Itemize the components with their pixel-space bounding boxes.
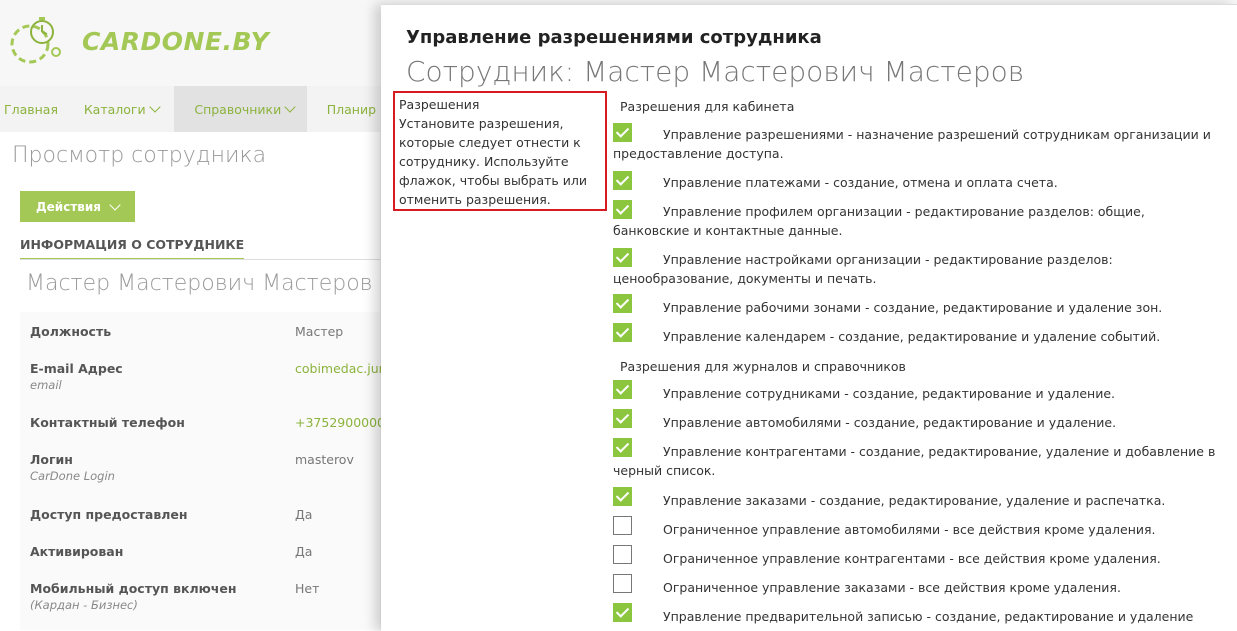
info-row-email: E-mail Адрес email bbox=[30, 361, 123, 392]
info-value: Мастер bbox=[295, 324, 344, 339]
checkbox[interactable] bbox=[613, 380, 632, 399]
nav-item-label: Планир bbox=[326, 101, 376, 117]
permission-item: Управление заказами - создание, редактир… bbox=[613, 487, 1223, 511]
checkbox[interactable] bbox=[613, 123, 632, 142]
info-row-phone: Контактный телефон bbox=[30, 415, 185, 430]
group-title-cabinet: Разрешения для кабинета bbox=[620, 99, 795, 114]
employee-name: Мастер Мастерович Мастеров bbox=[26, 271, 373, 296]
permission-label: Управление платежами - создание, отмена … bbox=[663, 175, 1058, 190]
checkbox[interactable] bbox=[613, 603, 632, 622]
info-label: Должность bbox=[30, 324, 112, 339]
info-label: Контактный телефон bbox=[30, 415, 185, 430]
checkbox[interactable] bbox=[613, 516, 632, 535]
permission-item: Ограниченное управление контрагентами - … bbox=[613, 545, 1223, 569]
chevron-down-icon bbox=[109, 198, 121, 211]
panel-subtitle: Сотрудник: Мастер Мастерович Мастеров bbox=[406, 55, 1025, 88]
section-title: ИНФОРМАЦИЯ О СОТРУДНИКЕ bbox=[20, 237, 245, 260]
checkbox[interactable] bbox=[613, 294, 632, 313]
main-nav: Главная Каталоги Справочники Планир bbox=[0, 86, 380, 132]
info-sublabel: (Кардан - Бизнес) bbox=[30, 598, 138, 612]
permission-item: Управление рабочими зонами - создание, р… bbox=[613, 294, 1223, 318]
nav-item-label: Справочники bbox=[194, 101, 282, 117]
permission-label: Управление настройками организации - ред… bbox=[613, 252, 1113, 286]
help-title: Разрешения bbox=[399, 97, 480, 112]
info-value: Да bbox=[295, 544, 313, 559]
nav-item-label: Каталоги bbox=[83, 101, 146, 117]
permission-item: Управление разрешениями - назначение раз… bbox=[613, 123, 1223, 163]
info-value: Нет bbox=[295, 581, 320, 596]
permission-label: Управление разрешениями - назначение раз… bbox=[613, 127, 1211, 161]
checkbox[interactable] bbox=[613, 574, 632, 593]
permission-label: Управление профилем организации - редакт… bbox=[613, 204, 1145, 238]
permission-item: Ограниченное управление автомобилями - в… bbox=[613, 516, 1223, 540]
help-text: Установите разрешения, которые следует о… bbox=[399, 116, 588, 207]
permission-item: Управление профилем организации - редакт… bbox=[613, 200, 1223, 240]
permission-item: Управление контрагентами - создание, ред… bbox=[613, 438, 1223, 480]
info-row-activated: Активирован bbox=[30, 544, 123, 559]
info-label: Логин bbox=[30, 452, 73, 467]
permission-label: Ограниченное управление заказами - все д… bbox=[663, 580, 1121, 595]
permission-item: Ограниченное управление заказами - все д… bbox=[613, 574, 1223, 598]
email-link[interactable]: cobimedac.jura bbox=[295, 361, 391, 376]
checkbox[interactable] bbox=[613, 545, 632, 564]
info-value: Да bbox=[295, 507, 313, 522]
permission-label: Ограниченное управление автомобилями - в… bbox=[663, 522, 1156, 537]
actions-label: Действия bbox=[35, 199, 101, 214]
permission-item: Управление предварительной записью - соз… bbox=[613, 603, 1223, 627]
gear-stopwatch-icon bbox=[4, 12, 66, 70]
permission-item: Управление платежами - создание, отмена … bbox=[613, 171, 1223, 193]
info-row-mobile: Мобильный доступ включен (Кардан - Бизнес… bbox=[30, 581, 237, 612]
actions-button[interactable]: Действия bbox=[20, 191, 135, 222]
permission-item: Управление календарем - создание, редакт… bbox=[613, 323, 1223, 347]
checkbox[interactable] bbox=[613, 323, 632, 342]
chevron-down-icon bbox=[148, 100, 161, 113]
checkbox[interactable] bbox=[613, 487, 632, 506]
permission-label: Управление заказами - создание, редактир… bbox=[663, 493, 1166, 508]
nav-item-home[interactable]: Главная bbox=[0, 86, 67, 132]
checkbox[interactable] bbox=[613, 438, 632, 457]
panel-title: Управление разрешениями сотрудника bbox=[406, 27, 822, 48]
permission-label: Управление предварительной записью - соз… bbox=[663, 609, 1194, 624]
info-label: Активирован bbox=[30, 544, 124, 559]
brand-name: CARDONE.BY bbox=[82, 26, 270, 56]
info-row-position: Должность bbox=[30, 324, 111, 339]
nav-item-catalogs[interactable]: Каталоги bbox=[67, 86, 175, 132]
permission-label: Управление контрагентами - создание, ред… bbox=[613, 444, 1216, 478]
chevron-down-icon bbox=[284, 100, 296, 113]
info-label: Доступ предоставлен bbox=[30, 507, 188, 522]
checkbox[interactable] bbox=[613, 248, 632, 267]
info-label: Мобильный доступ включен bbox=[30, 581, 237, 596]
info-label: E-mail Адрес bbox=[30, 361, 123, 376]
info-sublabel: email bbox=[30, 378, 62, 392]
permission-label: Управление сотрудниками - создание, реда… bbox=[663, 386, 1115, 401]
permission-item: Управление настройками организации - ред… bbox=[613, 248, 1223, 288]
permissions-panel: Управление разрешениями сотрудника Сотру… bbox=[381, 4, 1237, 631]
info-sublabel: CarDone Login bbox=[30, 469, 115, 483]
nav-item-planning[interactable]: Планир bbox=[307, 86, 380, 132]
checkbox[interactable] bbox=[613, 409, 632, 428]
permission-label: Управление рабочими зонами - создание, р… bbox=[663, 300, 1163, 315]
section-divider bbox=[20, 259, 380, 260]
permission-label: Управление календарем - создание, редакт… bbox=[663, 329, 1161, 344]
nav-item-label: Главная bbox=[4, 101, 58, 117]
help-box: Разрешения Установите разрешения, которы… bbox=[393, 91, 607, 211]
logo[interactable]: CARDONE.BY bbox=[4, 12, 269, 70]
info-row-access: Доступ предоставлен bbox=[30, 507, 188, 522]
permission-label: Ограниченное управление контрагентами - … bbox=[663, 551, 1161, 566]
nav-item-references[interactable]: Справочники bbox=[174, 86, 307, 132]
checkbox[interactable] bbox=[613, 200, 632, 219]
info-row-login: Логин CarDone Login bbox=[30, 452, 115, 483]
group-title-journals: Разрешения для журналов и справочников bbox=[620, 359, 906, 374]
info-value: masterov bbox=[295, 452, 354, 467]
phone-link[interactable]: +37529000000 bbox=[295, 415, 393, 430]
checkbox[interactable] bbox=[613, 171, 632, 190]
permission-item: Управление автомобилями - создание, реда… bbox=[613, 409, 1223, 433]
permission-item: Управление сотрудниками - создание, реда… bbox=[613, 380, 1223, 404]
employee-info-table: Должность Мастер E-mail Адрес email cobim… bbox=[20, 312, 393, 630]
permission-label: Управление автомобилями - создание, реда… bbox=[663, 415, 1117, 430]
page-title: Просмотр сотрудника bbox=[12, 143, 267, 168]
